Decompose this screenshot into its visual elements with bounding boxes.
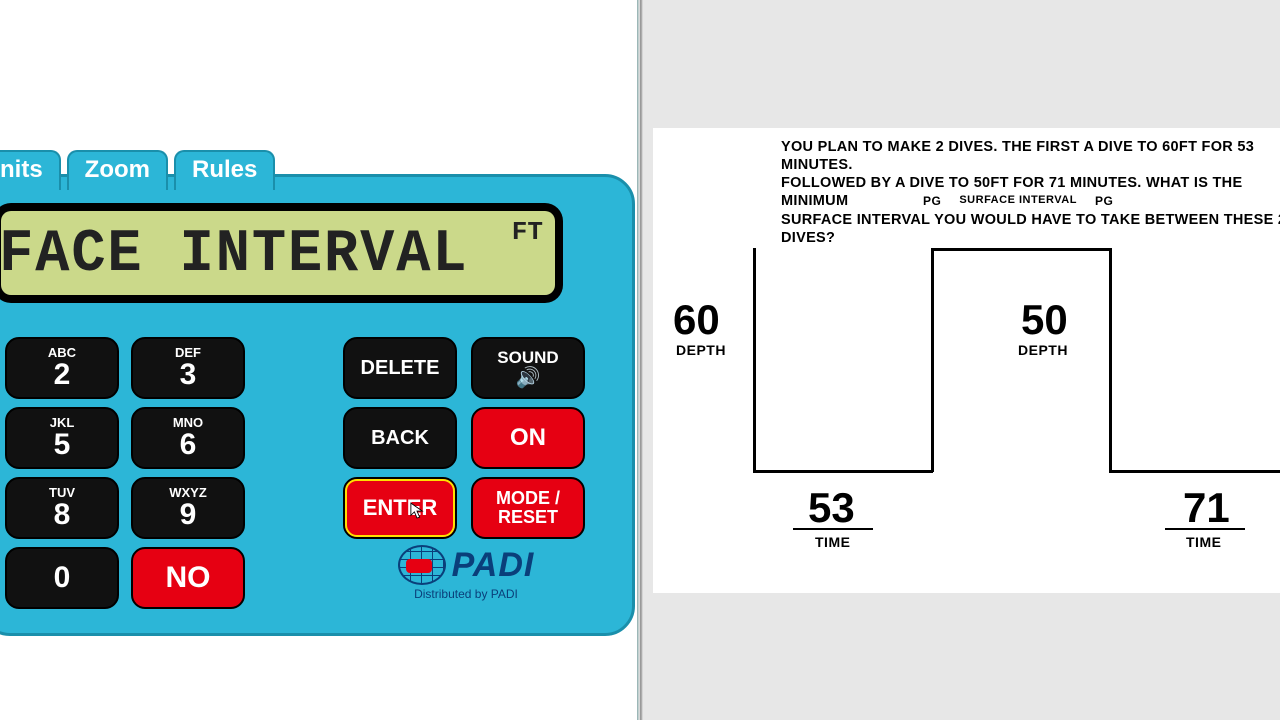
pg-2: PG <box>1095 194 1113 208</box>
tab-zoom[interactable]: Zoom <box>67 150 168 190</box>
key-2-digit: 2 <box>54 360 71 390</box>
erdpml-device: RFACE INTERVAL FT ABC 2 DEF 3 JKL 5 <box>0 174 635 636</box>
key-5-digit: 5 <box>54 430 71 460</box>
lcd-text: RFACE INTERVAL <box>1 221 468 289</box>
logo-text: PADI <box>452 546 535 585</box>
depth1-label: DEPTH <box>676 342 726 358</box>
time2-value: 71 <box>1183 484 1230 532</box>
tab-rules[interactable]: Rules <box>174 150 275 190</box>
key-enter[interactable]: ENTER <box>343 477 457 539</box>
key-back-label: BACK <box>371 428 429 448</box>
key-0[interactable]: 0 <box>5 547 119 609</box>
key-sound-label: SOUND <box>497 349 558 366</box>
time2-underline <box>1165 528 1245 530</box>
depth2-label: DEPTH <box>1018 342 1068 358</box>
problem-sheet: YOU PLAN TO MAKE 2 DIVES. THE FIRST A DI… <box>653 128 1280 593</box>
key-on[interactable]: ON <box>471 407 585 469</box>
key-delete[interactable]: DELETE <box>343 337 457 399</box>
problem-panel: YOU PLAN TO MAKE 2 DIVES. THE FIRST A DI… <box>643 0 1280 720</box>
lcd-display: RFACE INTERVAL FT <box>1 211 555 295</box>
depth2-value: 50 <box>1021 296 1068 344</box>
key-2[interactable]: ABC 2 <box>5 337 119 399</box>
lcd-unit: FT <box>512 217 543 247</box>
key-mode-label: MODE / RESET <box>496 489 560 527</box>
padi-logo: PADI Distributed by PADI <box>371 545 561 601</box>
time1-label: TIME <box>815 534 850 550</box>
key-9-digit: 9 <box>180 500 197 530</box>
problem-line1: YOU PLAN TO MAKE 2 DIVES. THE FIRST A DI… <box>781 139 1254 173</box>
key-0-digit: 0 <box>54 563 71 593</box>
lcd-frame: RFACE INTERVAL FT <box>0 203 563 303</box>
key-3-digit: 3 <box>180 360 197 390</box>
key-delete-label: DELETE <box>361 358 440 378</box>
key-6[interactable]: MNO 6 <box>131 407 245 469</box>
dive-profile-diagram: 60 DEPTH 50 DEPTH 53 TIME 71 TIME <box>753 248 1280 528</box>
key-9[interactable]: WXYZ 9 <box>131 477 245 539</box>
time2-label: TIME <box>1186 534 1221 550</box>
pg-1: PG <box>923 194 941 208</box>
key-8[interactable]: TUV 8 <box>5 477 119 539</box>
tab-units[interactable]: nits <box>0 150 61 190</box>
logo-subtext: Distributed by PADI <box>371 587 561 601</box>
key-mode-reset[interactable]: MODE / RESET <box>471 477 585 539</box>
key-sound[interactable]: SOUND 🔊 <box>471 337 585 399</box>
key-no-label: NO <box>166 563 211 593</box>
control-keys: DELETE SOUND 🔊 BACK ON ENTER <box>343 337 585 547</box>
key-back[interactable]: BACK <box>343 407 457 469</box>
problem-text: YOU PLAN TO MAKE 2 DIVES. THE FIRST A DI… <box>781 138 1280 247</box>
calculator-panel: nits Zoom Rules RFACE INTERVAL FT ABC 2 … <box>0 0 640 720</box>
key-on-label: ON <box>510 426 546 450</box>
si-label: SURFACE INTERVAL <box>959 194 1077 208</box>
pg-labels: PG SURFACE INTERVAL PG <box>923 194 1113 208</box>
time1-underline <box>793 528 873 530</box>
problem-line3: SURFACE INTERVAL YOU WOULD HAVE TO TAKE … <box>781 212 1280 246</box>
speaker-icon: 🔊 <box>516 368 541 388</box>
key-no[interactable]: NO <box>131 547 245 609</box>
tab-bar: nits Zoom Rules <box>0 150 275 190</box>
key-enter-label: ENTER <box>363 497 438 519</box>
depth1-value: 60 <box>673 296 720 344</box>
key-8-digit: 8 <box>54 500 71 530</box>
key-3[interactable]: DEF 3 <box>131 337 245 399</box>
key-6-digit: 6 <box>180 430 197 460</box>
numeric-keypad: ABC 2 DEF 3 JKL 5 MNO 6 <box>5 337 245 617</box>
globe-icon <box>398 545 446 585</box>
key-5[interactable]: JKL 5 <box>5 407 119 469</box>
time1-value: 53 <box>808 484 855 532</box>
